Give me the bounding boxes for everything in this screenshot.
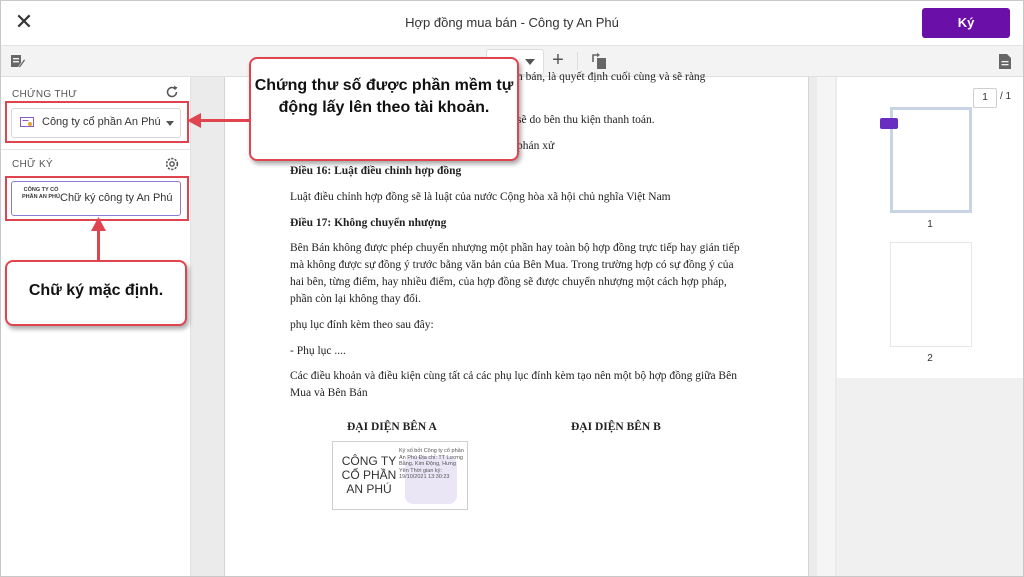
- signature-section-label: CHỮ KÝ: [12, 159, 53, 170]
- vertical-scrollbar[interactable]: [817, 77, 835, 576]
- thumbnail-label: 1: [927, 219, 933, 230]
- signature-company-name: CÔNG TY CỔ PHẦN AN PHÚ: [341, 454, 397, 496]
- signature-marker: [880, 118, 898, 129]
- app-window: ✕ Hợp đồng mua bán - Công ty An Phú Ký +: [0, 0, 1024, 577]
- doc-paragraph: Bên Bán không được phép chuyển nhượng mộ…: [290, 242, 740, 305]
- sign-button[interactable]: Ký: [922, 8, 1010, 38]
- certificate-callout-text: Chứng thư số được phần mềm tự động lấy l…: [254, 77, 514, 116]
- signature-callout-text: Chữ ký mặc định.: [28, 282, 164, 299]
- doc-line: phán xử: [517, 140, 555, 152]
- page-total: / 1: [1000, 91, 1012, 102]
- edit-document-icon[interactable]: [10, 53, 26, 69]
- page-thumbnail-2[interactable]: [890, 242, 972, 347]
- certificate-highlight: [5, 101, 189, 143]
- cert-section-label: CHỨNG THƯ: [12, 89, 78, 100]
- doc-paragraph: phụ lục đính kèm theo sau đây:: [290, 319, 434, 331]
- signature-highlight: [5, 176, 189, 221]
- representative-b: ĐẠI DIỆN BÊN B: [571, 421, 661, 433]
- certificate-callout: Chứng thư số được phần mềm tự động lấy l…: [249, 57, 519, 161]
- header-bar: ✕ Hợp đồng mua bán - Công ty An Phú Ký: [1, 1, 1023, 46]
- toolbar-divider: [577, 52, 578, 70]
- arrow-head-icon: [91, 217, 106, 231]
- refresh-icon[interactable]: [165, 85, 179, 99]
- doc-heading: Điều 17: Không chuyển nhượng: [290, 217, 447, 229]
- page-number-input[interactable]: 1: [973, 88, 997, 108]
- chevron-down-icon: [525, 59, 535, 65]
- sidebar: [1, 77, 191, 576]
- doc-heading: Điều 16: Luật điều chỉnh hợp đồng: [290, 165, 462, 177]
- callout-arrow: [97, 227, 100, 261]
- thumbnail-panel-footer: [837, 378, 1023, 576]
- rotate-page-icon[interactable]: [591, 52, 607, 70]
- placed-signature[interactable]: CÔNG TY CỔ PHẦN AN PHÚ Ký số bởi Công ty…: [332, 441, 468, 510]
- document-icon[interactable]: [998, 53, 1012, 70]
- document-title: Hợp đồng mua bán - Công ty An Phú: [405, 15, 619, 30]
- thumbnail-label: 2: [927, 353, 933, 364]
- signature-info: Ký số bởi Công ty cổ phần An Phú Địa chỉ…: [399, 448, 464, 481]
- doc-paragraph: - Phụ lục ....: [290, 345, 346, 357]
- doc-paragraph: Các điều khoản và điều kiện cùng tất cả …: [290, 370, 737, 399]
- signature-callout: Chữ ký mặc định.: [5, 260, 187, 326]
- doc-paragraph: Luật điều chỉnh hợp đồng sẽ là luật của …: [290, 191, 671, 203]
- page-thumbnail-1[interactable]: [890, 107, 972, 213]
- doc-line: n bán, là quyết định cuối cùng và sẽ ràn…: [517, 71, 706, 83]
- representative-a: ĐẠI DIỆN BÊN A: [347, 421, 437, 433]
- sidebar-divider: [1, 149, 190, 150]
- callout-arrow: [197, 119, 251, 122]
- gear-icon[interactable]: [164, 156, 180, 172]
- arrow-head-icon: [187, 113, 201, 128]
- doc-line: sẽ do bên thu kiện thanh toán.: [517, 114, 655, 126]
